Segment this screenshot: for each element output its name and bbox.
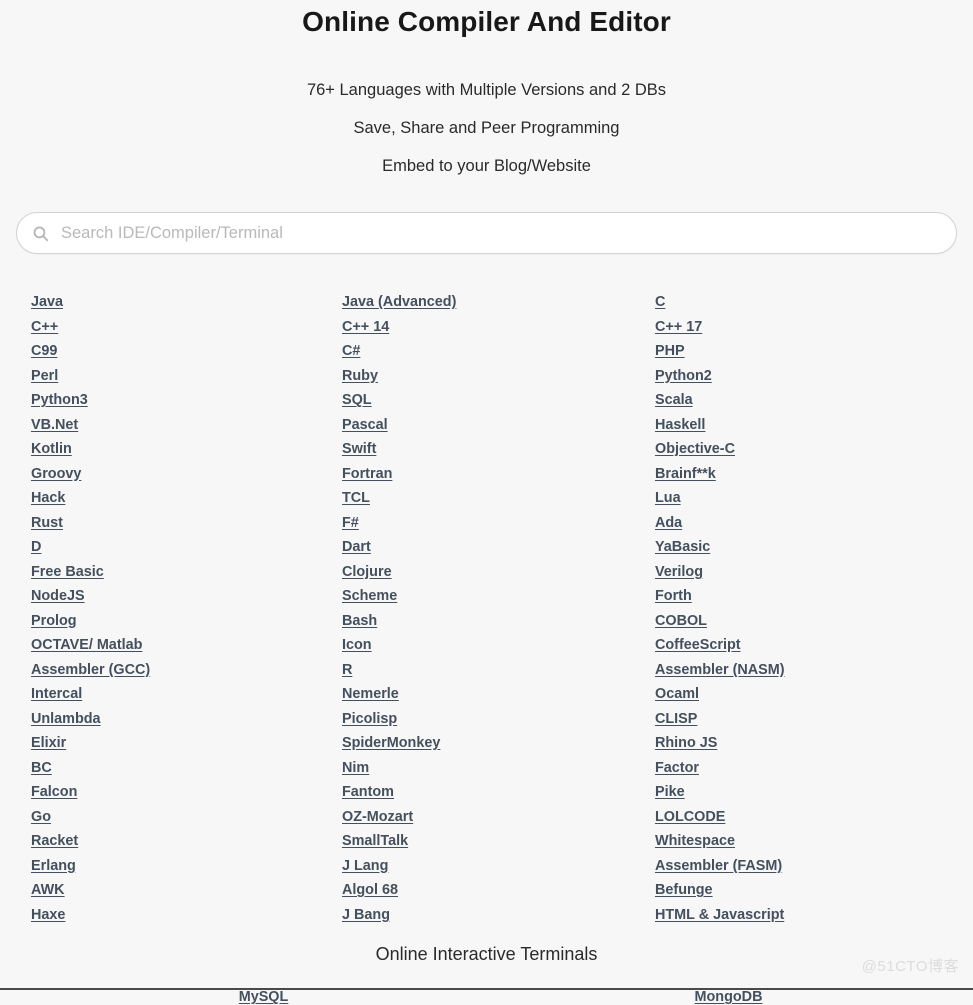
- database-cell-mongodb: MongoDB: [496, 989, 961, 1005]
- language-link[interactable]: SpiderMonkey: [342, 731, 440, 756]
- language-link[interactable]: Dart: [342, 535, 371, 560]
- language-link[interactable]: Java: [31, 290, 63, 315]
- language-link[interactable]: C: [655, 290, 665, 315]
- page-title: Online Compiler And Editor: [302, 6, 671, 37]
- language-link[interactable]: Erlang: [31, 854, 76, 879]
- language-link[interactable]: Lua: [655, 486, 681, 511]
- language-link[interactable]: OZ-Mozart: [342, 805, 413, 830]
- language-link[interactable]: Scala: [655, 388, 693, 413]
- database-link-mysql[interactable]: MySQL: [239, 989, 289, 1005]
- page-root: Online Compiler And Editor 76+ Languages…: [0, 0, 973, 1005]
- language-link[interactable]: Clojure: [342, 560, 392, 585]
- language-grid: Java C++ C99 Perl Python3 VB.Net Kotlin Groovy H…: [0, 290, 973, 927]
- language-link[interactable]: BC: [31, 756, 52, 781]
- search-bar[interactable]: [16, 212, 957, 254]
- language-link[interactable]: Bash: [342, 609, 377, 634]
- language-link[interactable]: Assembler (NASM): [655, 658, 785, 683]
- terminals-heading: Online Interactive Terminals: [375, 944, 598, 964]
- language-link[interactable]: Pike: [655, 780, 685, 805]
- language-link[interactable]: Verilog: [655, 560, 703, 585]
- language-column-2: Java (Advanced) C++ 14 C# Ruby SQL Pascal Swif…: [342, 290, 655, 927]
- language-link[interactable]: Falcon: [31, 780, 77, 805]
- language-link[interactable]: Icon: [342, 633, 372, 658]
- language-link[interactable]: Scheme: [342, 584, 397, 609]
- language-link[interactable]: Brainf**k: [655, 462, 716, 487]
- language-link[interactable]: Pascal: [342, 413, 388, 438]
- language-link[interactable]: Ocaml: [655, 682, 699, 707]
- hero-subtitle-embed: Embed to your Blog/Website: [382, 157, 591, 175]
- database-row: MySQL MongoDB: [0, 989, 973, 1005]
- language-link[interactable]: J Lang: [342, 854, 388, 879]
- language-link[interactable]: C#: [342, 339, 360, 364]
- language-link[interactable]: Forth: [655, 584, 692, 609]
- language-link[interactable]: Nim: [342, 756, 369, 781]
- language-link[interactable]: Fortran: [342, 462, 392, 487]
- language-column-1: Java C++ C99 Perl Python3 VB.Net Kotlin Groovy H…: [31, 290, 342, 927]
- language-link[interactable]: Intercal: [31, 682, 82, 707]
- language-link[interactable]: NodeJS: [31, 584, 85, 609]
- hero-section: Online Compiler And Editor 76+ Languages…: [0, 0, 973, 179]
- language-link[interactable]: Go: [31, 805, 51, 830]
- language-link[interactable]: Ruby: [342, 364, 378, 389]
- language-link[interactable]: C++ 17: [655, 315, 702, 340]
- language-link[interactable]: CoffeeScript: [655, 633, 741, 658]
- language-link[interactable]: VB.Net: [31, 413, 78, 438]
- language-link[interactable]: Elixir: [31, 731, 66, 756]
- language-link[interactable]: J Bang: [342, 903, 390, 928]
- language-link[interactable]: Free Basic: [31, 560, 104, 585]
- language-link[interactable]: SmallTalk: [342, 829, 408, 854]
- language-link[interactable]: F#: [342, 511, 359, 536]
- language-link[interactable]: Assembler (GCC): [31, 658, 150, 683]
- language-link[interactable]: COBOL: [655, 609, 707, 634]
- language-link[interactable]: CLISP: [655, 707, 697, 732]
- language-link[interactable]: Haskell: [655, 413, 705, 438]
- language-link[interactable]: Racket: [31, 829, 78, 854]
- search-icon: [31, 224, 49, 242]
- language-link[interactable]: OCTAVE/ Matlab: [31, 633, 142, 658]
- language-link[interactable]: Factor: [655, 756, 699, 781]
- language-link[interactable]: Assembler (FASM): [655, 854, 782, 879]
- database-cell-mysql: MySQL: [31, 989, 496, 1005]
- search-input[interactable]: [61, 213, 942, 253]
- language-link[interactable]: C++ 14: [342, 315, 389, 340]
- language-link[interactable]: Hack: [31, 486, 65, 511]
- language-link[interactable]: D: [31, 535, 41, 560]
- language-link[interactable]: C++: [31, 315, 58, 340]
- hero-subtitle-sharing: Save, Share and Peer Programming: [353, 119, 620, 137]
- language-link[interactable]: HTML & Javascript: [655, 903, 784, 928]
- language-link[interactable]: Groovy: [31, 462, 81, 487]
- language-link[interactable]: Haxe: [31, 903, 65, 928]
- language-link[interactable]: Perl: [31, 364, 58, 389]
- language-link[interactable]: LOLCODE: [655, 805, 725, 830]
- language-link[interactable]: YaBasic: [655, 535, 710, 560]
- language-link[interactable]: R: [342, 658, 352, 683]
- language-column-3: C C++ 17 PHP Python2 Scala Haskell Objective-C…: [655, 290, 973, 927]
- language-link[interactable]: Picolisp: [342, 707, 397, 732]
- language-link[interactable]: Rhino JS: [655, 731, 717, 756]
- language-link[interactable]: Whitespace: [655, 829, 735, 854]
- database-link-mongodb[interactable]: MongoDB: [695, 989, 763, 1005]
- language-link[interactable]: Python3: [31, 388, 88, 413]
- language-link[interactable]: Fantom: [342, 780, 394, 805]
- language-link[interactable]: Python2: [655, 364, 712, 389]
- language-link[interactable]: TCL: [342, 486, 370, 511]
- language-link[interactable]: Rust: [31, 511, 63, 536]
- language-link[interactable]: Ada: [655, 511, 682, 536]
- language-link[interactable]: Befunge: [655, 878, 713, 903]
- hero-subtitle-languages: 76+ Languages with Multiple Versions and…: [306, 81, 667, 99]
- language-link[interactable]: Prolog: [31, 609, 77, 634]
- language-link[interactable]: Swift: [342, 437, 376, 462]
- language-link[interactable]: Algol 68: [342, 878, 398, 903]
- language-link[interactable]: Java (Advanced): [342, 290, 456, 315]
- language-link[interactable]: Unlambda: [31, 707, 101, 732]
- language-link[interactable]: C99: [31, 339, 57, 364]
- language-link[interactable]: SQL: [342, 388, 372, 413]
- language-link[interactable]: Objective-C: [655, 437, 735, 462]
- language-link[interactable]: AWK: [31, 878, 65, 903]
- language-link[interactable]: Nemerle: [342, 682, 399, 707]
- language-link[interactable]: Kotlin: [31, 437, 72, 462]
- language-link[interactable]: PHP: [655, 339, 685, 364]
